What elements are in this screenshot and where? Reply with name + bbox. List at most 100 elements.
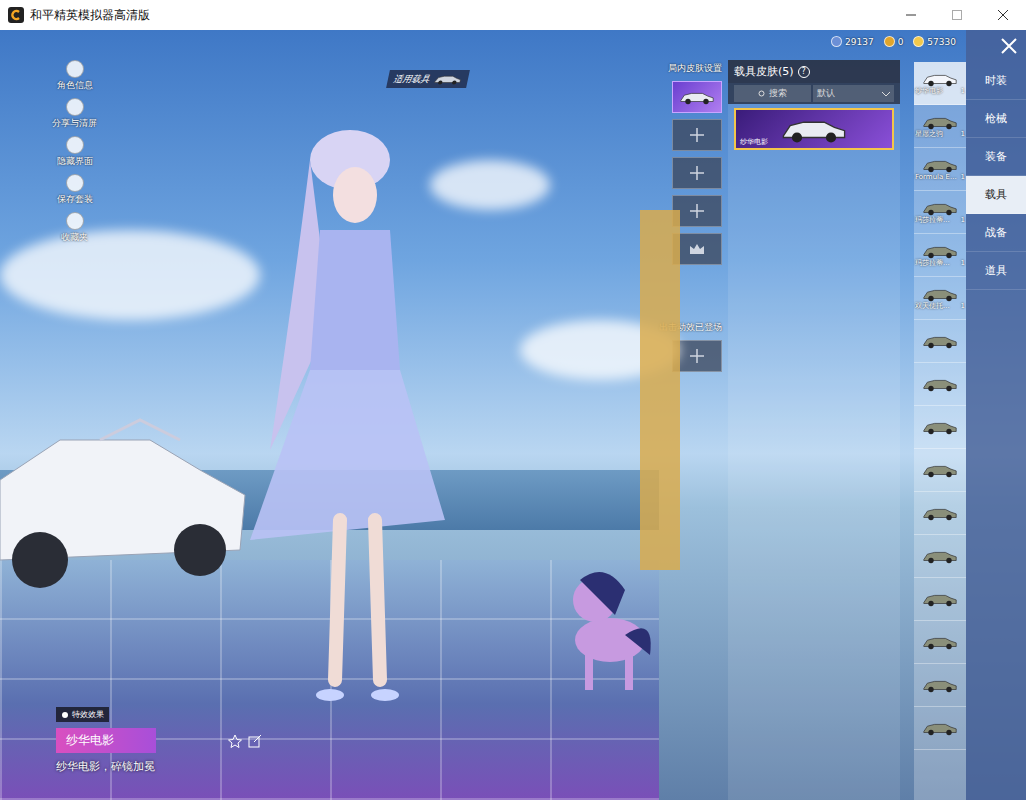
character-icon: [230, 120, 460, 710]
vehicle-item-info: 双天使托... 1: [915, 303, 965, 311]
skin-slot[interactable]: [672, 119, 722, 151]
sort-dropdown[interactable]: 默认: [813, 85, 894, 102]
skin-card[interactable]: 纱华电影: [734, 108, 894, 150]
car-icon: [922, 242, 958, 260]
currency: 29137: [831, 36, 874, 47]
chevron-down-icon: [882, 91, 890, 97]
category-tabs: 时装枪械装备载具战备道具: [966, 30, 1026, 800]
vehicle-name: Formula E...: [915, 174, 957, 182]
vehicle-item[interactable]: [914, 449, 966, 492]
tool-button[interactable]: 分享与清屏: [52, 98, 97, 130]
vehicle-item[interactable]: [914, 707, 966, 750]
star-icon[interactable]: [228, 734, 242, 748]
vehicle-item[interactable]: [914, 406, 966, 449]
vehicle-name: 双天使托...: [915, 303, 950, 311]
car-icon: [922, 676, 958, 694]
search-icon: [758, 90, 766, 98]
category-tab[interactable]: 时装: [966, 62, 1026, 100]
currency-bar: 29137057330: [831, 36, 956, 47]
skin-slot[interactable]: [672, 157, 722, 189]
plus-icon: [690, 166, 704, 180]
car-icon: [922, 332, 958, 350]
car-icon: [922, 113, 958, 131]
app-logo-icon: [8, 7, 24, 23]
tool-button[interactable]: 保存套装: [57, 174, 93, 206]
car-icon: [779, 112, 849, 146]
tool-button[interactable]: 隐藏界面: [57, 136, 93, 168]
skin-slot[interactable]: [672, 81, 722, 113]
car-icon: [679, 88, 715, 106]
tool-label: 隐藏界面: [57, 155, 93, 168]
category-tab[interactable]: 道具: [966, 252, 1026, 290]
vehicle-item[interactable]: [914, 535, 966, 578]
effect-info: 特效效果纱华电影纱华电影，碎镜加冕: [56, 707, 156, 774]
sparkle-icon: [61, 711, 69, 719]
vehicle-item[interactable]: [914, 578, 966, 621]
maximize-button[interactable]: [934, 0, 980, 30]
stage-actions: [228, 734, 262, 748]
minimize-button[interactable]: [888, 0, 934, 30]
tool-icon: [66, 60, 84, 78]
close-panel-button[interactable]: [966, 30, 1026, 62]
help-button[interactable]: ?: [798, 66, 810, 78]
car-icon: [922, 590, 958, 608]
vehicle-count: 1: [961, 303, 965, 311]
app-window: 和平精英模拟器高清版角色信息分享与清屏隐藏界面保存套装收藏夹适用载具特效效果纱华…: [0, 0, 1026, 800]
vehicle-name: 纱华电影: [915, 88, 943, 96]
gold-seven-icon: [640, 210, 680, 570]
vehicle-item[interactable]: Formula E... 1: [914, 148, 966, 191]
skin-name: 纱华电影: [740, 137, 768, 147]
currency: 57330: [913, 36, 956, 47]
car-icon: [922, 70, 958, 88]
minimize-icon: [906, 10, 916, 20]
title-bar: 和平精英模拟器高清版: [0, 0, 1026, 30]
vehicle-item[interactable]: 玛莎拉蒂...1: [914, 234, 966, 277]
window-title: 和平精英模拟器高清版: [30, 7, 888, 24]
plus-icon: [690, 204, 704, 218]
search-field[interactable]: 搜索: [734, 85, 811, 102]
plus-icon: [690, 128, 704, 142]
tool-icon: [66, 98, 84, 116]
vehicle-item-info: Formula E... 1: [915, 174, 965, 182]
vehicle-item-info: 玛莎拉蒂... 1: [915, 217, 965, 225]
coin-icon: [884, 36, 895, 47]
vehicle-skin-panel: 载具皮肤(5)?搜索默认纱华电影: [728, 60, 900, 800]
tool-button[interactable]: 收藏夹: [61, 212, 88, 244]
tool-label: 分享与清屏: [52, 117, 97, 130]
category-tab[interactable]: 装备: [966, 138, 1026, 176]
close-button[interactable]: [980, 0, 1026, 30]
vehicle-item[interactable]: [914, 363, 966, 406]
effect-name: 纱华电影: [56, 728, 156, 753]
vehicle-item[interactable]: [914, 621, 966, 664]
search-row: 搜索默认: [728, 83, 900, 104]
tool-label: 角色信息: [57, 79, 93, 92]
category-tab[interactable]: 载具: [966, 176, 1026, 214]
vehicle-item[interactable]: [914, 320, 966, 363]
effect-tag: 特效效果: [56, 707, 109, 722]
vehicle-item[interactable]: 星愿之驹1: [914, 105, 966, 148]
vehicle-item[interactable]: [914, 664, 966, 707]
vehicle-count: 1: [961, 174, 965, 182]
share-icon[interactable]: [248, 734, 262, 748]
vehicle-item-info: 星愿之驹1: [915, 131, 965, 139]
car-icon: [922, 199, 958, 217]
vehicle-count: 1: [961, 217, 965, 225]
category-tab[interactable]: 枪械: [966, 100, 1026, 138]
panel-header: 载具皮肤(5)?: [728, 60, 900, 83]
car-icon: [922, 504, 958, 522]
category-tab[interactable]: 战备: [966, 214, 1026, 252]
maximize-icon: [952, 10, 962, 20]
coin-icon: [913, 36, 924, 47]
vehicle-item[interactable]: 玛莎拉蒂... 1: [914, 191, 966, 234]
vehicle-item[interactable]: 双天使托... 1: [914, 277, 966, 320]
tool-button[interactable]: 角色信息: [57, 60, 93, 92]
vehicle-name: 玛莎拉蒂...: [915, 217, 950, 225]
vehicle-count: 1: [961, 260, 965, 268]
white-car-icon: [0, 400, 250, 600]
vehicle-item[interactable]: [914, 492, 966, 535]
car-icon: [922, 285, 958, 303]
effect-description: 纱华电影，碎镜加冕: [56, 759, 156, 774]
vehicle-count: 1: [961, 88, 965, 96]
vehicle-item[interactable]: 纱华电影 1: [914, 62, 966, 105]
car-icon: [922, 633, 958, 651]
